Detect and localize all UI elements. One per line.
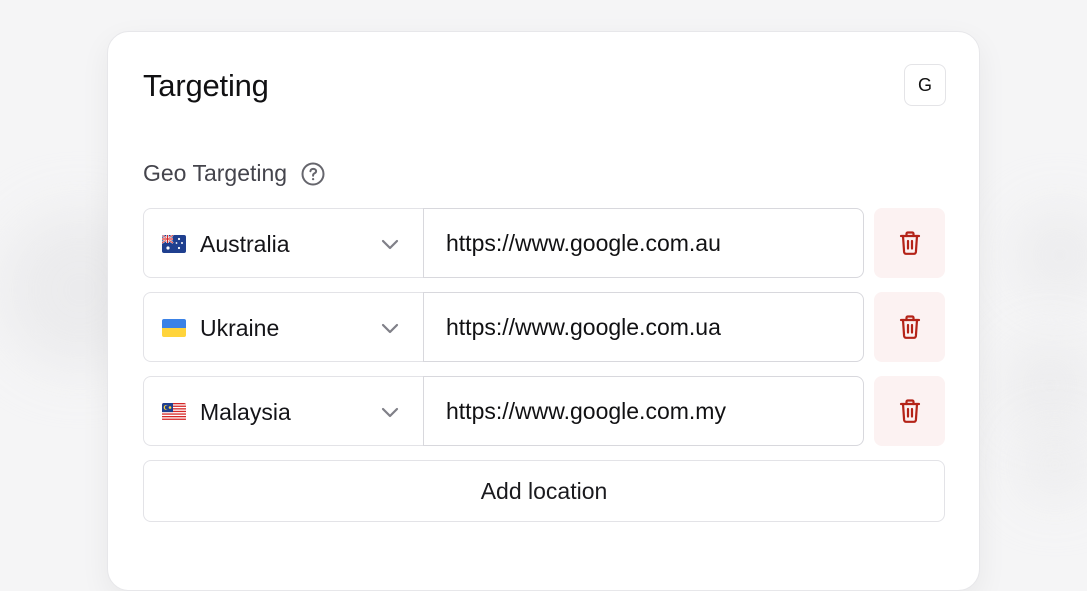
ukraine-flag-icon — [162, 319, 186, 337]
delete-location-button[interactable] — [874, 292, 945, 362]
country-select[interactable]: Australia — [143, 208, 424, 278]
add-location-button[interactable]: Add location — [143, 460, 945, 522]
targeting-card: Targeting G Geo Targeting Australia http… — [107, 31, 980, 591]
geo-targeting-label: Geo Targeting — [143, 160, 288, 186]
australia-flag-icon — [162, 235, 186, 253]
location-row-ukraine: Ukraine https://www.google.com.ua — [143, 292, 945, 362]
location-row-australia: Australia https://www.google.com.au — [143, 208, 945, 278]
delete-location-button[interactable] — [874, 376, 945, 446]
chevron-down-icon — [379, 401, 401, 423]
country-select[interactable]: Malaysia — [143, 376, 424, 446]
background-blur-right-bottom — [1020, 430, 1087, 500]
country-name: Australia — [200, 231, 290, 257]
url-value: https://www.google.com.au — [446, 229, 721, 256]
add-location-label: Add location — [480, 477, 608, 504]
trash-icon — [899, 399, 920, 423]
url-input[interactable]: https://www.google.com.my — [423, 376, 864, 446]
trash-icon — [899, 231, 920, 255]
url-input[interactable]: https://www.google.com.au — [423, 208, 864, 278]
malaysia-flag-icon — [162, 403, 186, 421]
url-value: https://www.google.com.ua — [446, 313, 721, 340]
url-input[interactable]: https://www.google.com.ua — [423, 292, 864, 362]
help-circle-icon[interactable] — [301, 162, 325, 186]
g-button-label: G — [917, 74, 932, 95]
g-button[interactable]: G — [904, 64, 946, 106]
chevron-down-icon — [379, 317, 401, 339]
trash-icon — [899, 315, 920, 339]
url-value: https://www.google.com.my — [446, 397, 726, 424]
delete-location-button[interactable] — [874, 208, 945, 278]
geo-targeting-header: Geo Targeting — [143, 160, 325, 187]
card-title: Targeting — [143, 68, 269, 103]
country-name: Malaysia — [200, 399, 291, 425]
country-name: Ukraine — [200, 315, 280, 341]
background-blur-right-mid — [1005, 340, 1087, 430]
chevron-down-icon — [379, 233, 401, 255]
background-blur-right-top — [1015, 210, 1087, 300]
location-row-malaysia: Malaysia https://www.google.com.my — [143, 376, 945, 446]
country-select[interactable]: Ukraine — [143, 292, 424, 362]
